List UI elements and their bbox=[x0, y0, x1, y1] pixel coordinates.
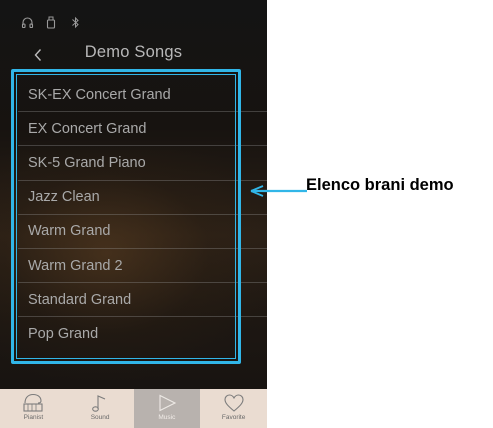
tab-music[interactable]: Music bbox=[133, 389, 201, 428]
tab-bar: Pianist Sound Music Favorite bbox=[0, 389, 267, 428]
tab-label: Pianist bbox=[23, 414, 44, 421]
play-icon bbox=[159, 394, 177, 412]
piano-keys-icon bbox=[23, 393, 43, 412]
nav-bar: Demo Songs bbox=[0, 40, 267, 70]
callout-label: Elenco brani demo bbox=[306, 176, 454, 194]
tab-sound[interactable]: Sound bbox=[67, 389, 134, 428]
tab-label: Favorite bbox=[221, 414, 246, 421]
tab-pianist[interactable]: Pianist bbox=[0, 389, 67, 428]
status-bar bbox=[20, 12, 82, 32]
headphones-icon bbox=[20, 15, 34, 29]
highlight-inner-frame bbox=[16, 74, 236, 359]
page-title: Demo Songs bbox=[84, 43, 183, 61]
heart-icon bbox=[224, 394, 244, 412]
tab-label: Music bbox=[158, 414, 176, 421]
tab-favorite[interactable]: Favorite bbox=[200, 389, 267, 428]
music-note-icon bbox=[92, 395, 106, 412]
tab-label: Sound bbox=[90, 414, 110, 421]
usb-drive-icon bbox=[44, 15, 58, 29]
bluetooth-icon bbox=[68, 15, 82, 29]
callout-arrow bbox=[250, 185, 307, 197]
